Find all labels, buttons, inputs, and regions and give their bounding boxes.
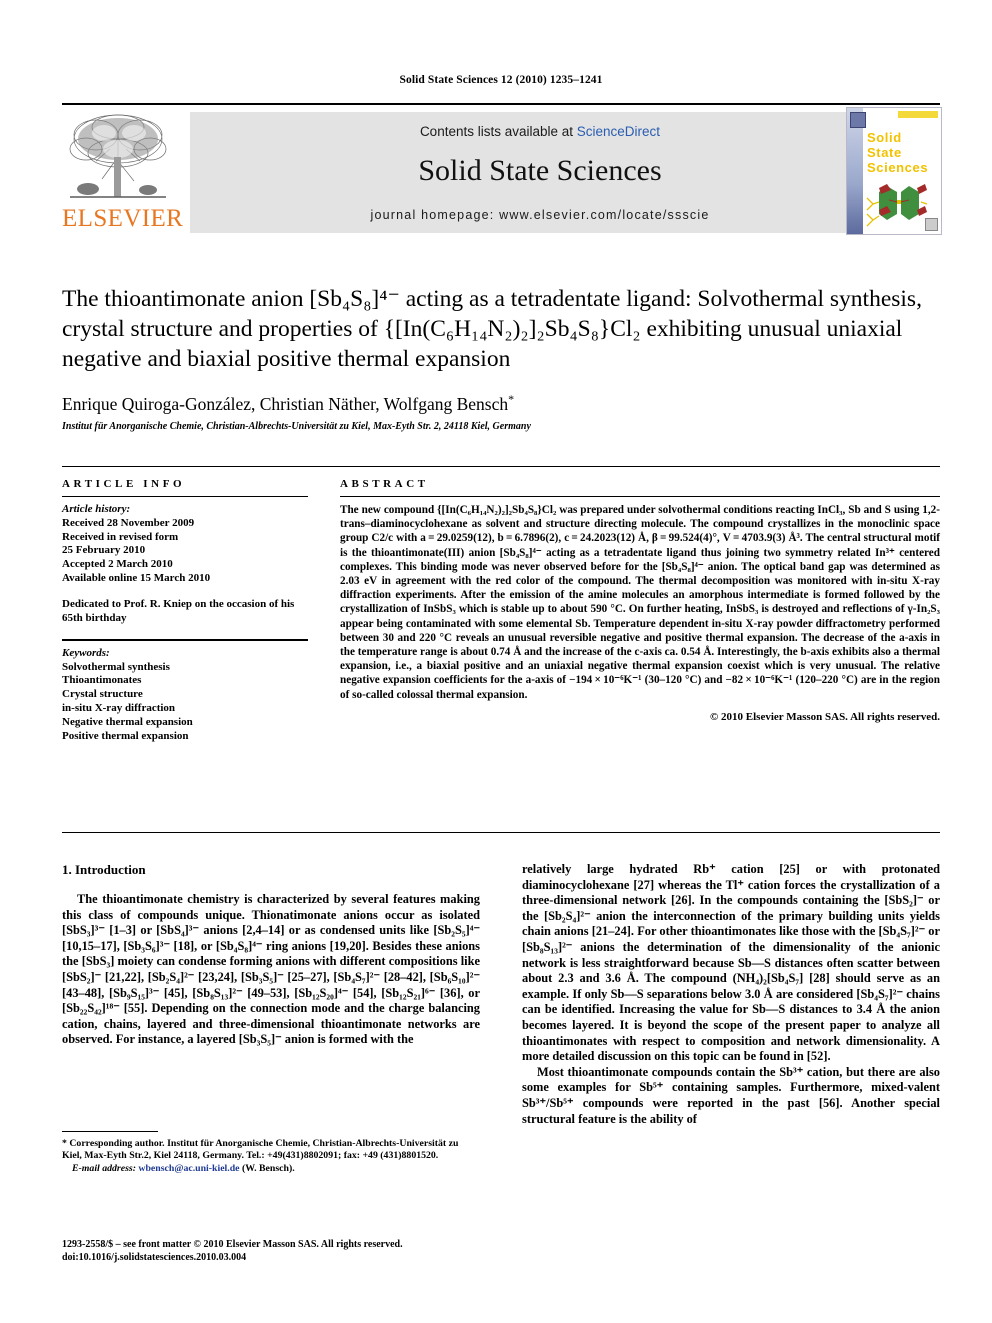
paragraph: The thioantimonate chemistry is characte… [62,892,480,1047]
history-item: Received 28 November 2009 [62,516,195,529]
history-item: Accepted 2 March 2010 [62,558,173,571]
paragraph: Most thioantimonate compounds contain th… [522,1064,940,1126]
body-column-right: relatively large hydrated Rb⁺ cation [25… [522,862,940,1127]
body-column-left: 1. Introduction The thioantimonate chemi… [62,862,480,1048]
keyword-item: Solvothermal synthesis [62,660,170,673]
keywords-block: Keywords: Solvothermal synthesis Thioant… [62,647,308,744]
keyword-item: in-situ X-ray diffraction [62,702,176,715]
info-abstract-bottom-rule [62,832,940,833]
corresponding-author-note: * Corresponding author. Institut für Ano… [62,1138,459,1162]
dedication: Dedicated to Prof. R. Kniep on the occas… [62,597,295,624]
keyword-item: Positive thermal expansion [62,729,189,742]
affiliation: Institut für Anorganische Chemie, Christ… [62,420,531,432]
keywords-label: Keywords: [62,646,110,659]
keyword-item: Negative thermal expansion [62,715,193,728]
keyword-item: Thioantimonates [62,674,142,687]
journal-title: Solid State Sciences [418,154,662,187]
article-history: Article history: Received 28 November 20… [62,503,308,625]
masthead-banner: Contents lists available at ScienceDirec… [190,112,890,233]
email-label: E-mail address: [72,1162,136,1174]
abstract-text: The new compound {[In(C₆H₁₄N₂)₂]₂Sb₄S₈}C… [340,504,940,701]
keyword-item: Crystal structure [62,688,143,701]
history-item: 25 February 2010 [62,544,146,557]
cover-title-line-3: Sciences [867,160,929,175]
abstract-rule [340,496,940,497]
article-history-label: Article history: [62,503,131,515]
email-link[interactable]: wbensch@ac.uni-kiel.de [138,1163,239,1174]
cover-title-line-2: State [867,145,902,160]
section-heading-introduction: 1. Introduction [62,862,146,877]
elsevier-tree-icon [69,114,167,198]
keywords-rule [62,639,308,641]
cover-corner-mark [925,218,938,231]
article-info-heading: ARTICLE INFO [62,478,186,490]
email-suffix: (W. Bensch). [241,1162,295,1174]
title-line-1: The thioantimonate anion [Sb₄S₈]⁴⁻ actin… [62,286,825,312]
journal-homepage[interactable]: journal homepage: www.elsevier.com/locat… [190,208,890,222]
abstract-column: ABSTRACT The new compound {[In(C₆H₁₄N₂)₂… [340,478,940,723]
author-list: Enrique Quiroga-González, Christian Näth… [62,388,940,415]
cover-elsevier-icon [850,112,866,128]
paragraph: relatively large hydrated Rb⁺ cation [25… [522,862,940,1064]
article-info-column: ARTICLE INFO Article history: Received 2… [62,478,308,743]
contents-prefix: Contents lists available at [419,124,577,139]
footnote-block: * Corresponding author. Institut für Ano… [62,1138,480,1175]
sciencedirect-link[interactable]: ScienceDirect [577,124,660,139]
elsevier-wordmark: ELSEVIER [62,205,184,232]
history-item: Available online 15 March 2010 [62,571,211,584]
abstract-copyright: © 2010 Elsevier Masson SAS. All rights r… [710,710,940,723]
elsevier-logo: ELSEVIER [62,109,184,233]
imprint-block: 1293-2558/$ – see front matter © 2010 El… [62,1238,532,1264]
cover-header-band [898,111,938,118]
journal-cover-thumbnail[interactable]: Solid State Sciences [846,107,942,235]
title-block: The thioantimonate anion [Sb₄S₈]⁴⁻ actin… [62,284,940,433]
paper-page: Solid State Sciences 12 (2010) 1235–1241 [0,0,992,1323]
email-note: E-mail address: wbensch@ac.uni-kiel.de (… [62,1163,480,1175]
running-head: Solid State Sciences 12 (2010) 1235–1241 [399,74,603,86]
info-abstract-top-rule [62,466,940,467]
cover-title-line-1: Solid [867,130,902,145]
masthead-top-rule [62,103,940,105]
contents-line: Contents lists available at ScienceDirec… [190,124,890,139]
author-names: Enrique Quiroga-González, Christian Näth… [62,393,509,414]
cover-title: Solid State Sciences [867,130,928,175]
article-info-rule [62,496,308,497]
footnote-rule [62,1131,158,1133]
imprint-line-2: doi:10.1016/j.solidstatesciences.2010.03… [62,1252,247,1263]
corresponding-author-marker: * [508,392,515,406]
journal-masthead: ELSEVIER Contents lists available at Sci… [62,103,942,235]
abstract-heading: ABSTRACT [340,478,429,490]
page-title: The thioantimonate anion [Sb₄S₈]⁴⁻ actin… [62,284,940,374]
history-item: Received in revised form [62,530,179,543]
imprint-line-1: 1293-2558/$ – see front matter © 2010 El… [62,1239,403,1250]
